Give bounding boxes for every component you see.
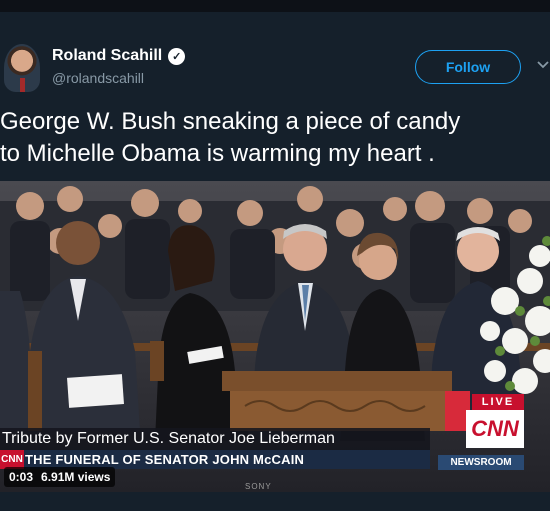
author-name-row: Roland Scahill ✓ [52,47,186,65]
chevron-down-icon[interactable] [536,58,550,72]
author-display-name[interactable]: Roland Scahill [52,47,162,65]
follow-button[interactable]: Follow [415,50,521,84]
tribute-caption: Tribute by Former U.S. Senator Joe Liebe… [2,430,335,447]
tv-brand-label: SONY [245,482,272,491]
bottom-bezel [0,492,550,511]
cnn-logo: CNN [466,410,524,448]
video-views: 6.91M views [41,470,111,484]
top-bezel [0,0,550,12]
avatar[interactable] [4,44,40,92]
video-stats: 0:03 6.91M views [4,467,116,487]
verified-check-icon: ✓ [168,47,186,65]
avatar-tie [20,78,25,92]
newsroom-badge: NEWSROOM [438,455,524,470]
live-badge: LIVE [472,394,524,410]
video-time: 0:03 [9,470,34,484]
author-handle[interactable]: @rolandscahill [52,70,144,86]
tweet-text: George W. Bush sneaking a piece of candy… [0,108,461,167]
ticker-text: THE FUNERAL OF SENATOR JOHN McCAIN [25,452,305,467]
